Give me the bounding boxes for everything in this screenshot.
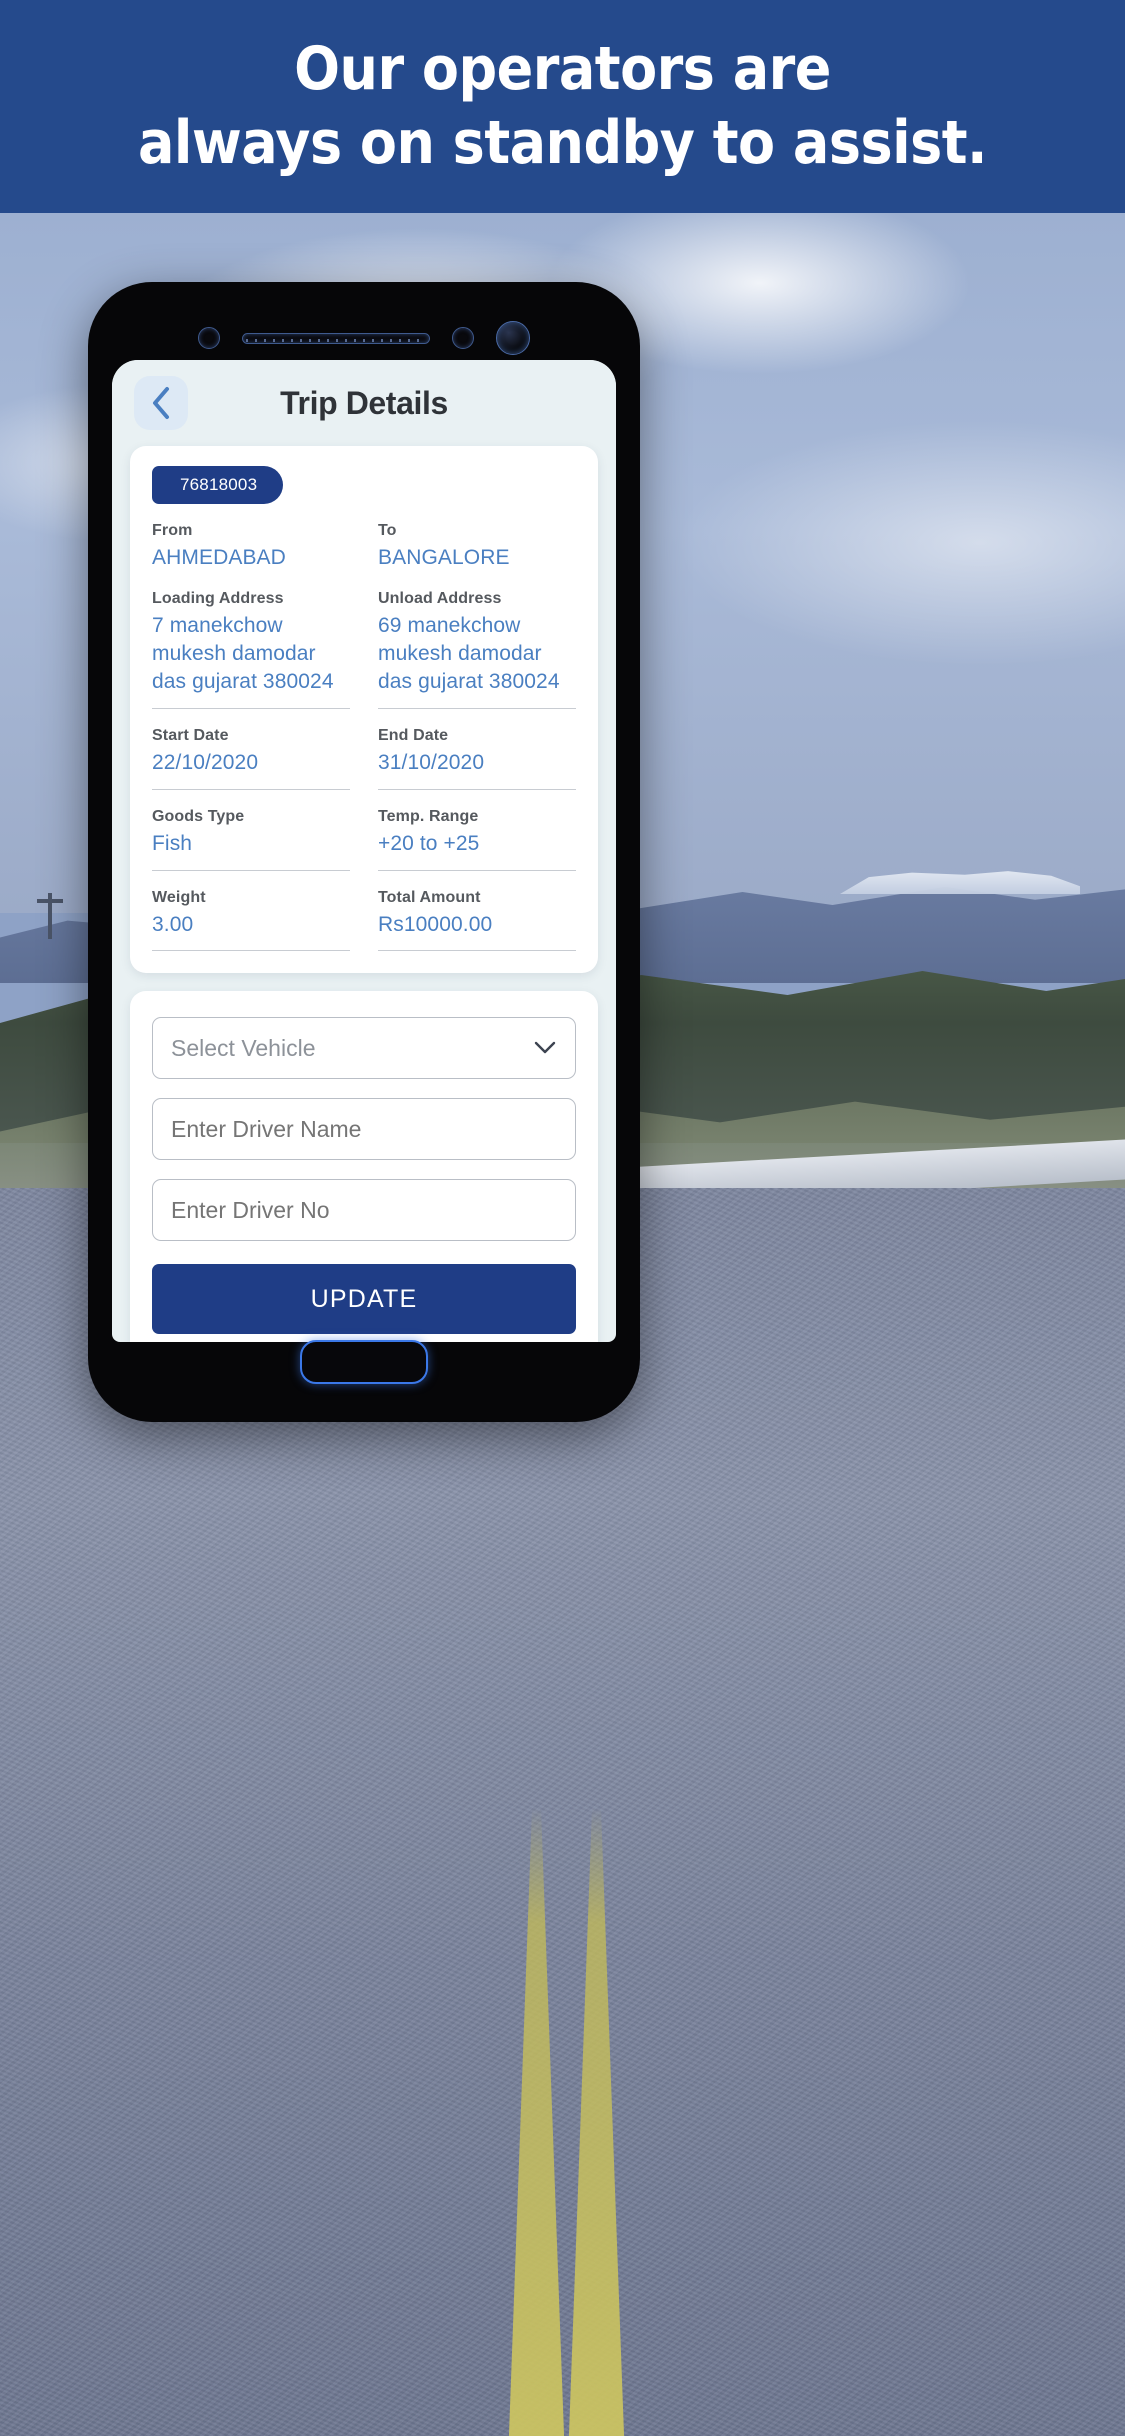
driver-name-input[interactable]: [152, 1098, 576, 1161]
field-label: Goods Type: [152, 807, 245, 825]
field-value: AHMEDABAD: [152, 546, 286, 569]
field-value: Fish: [152, 831, 193, 855]
field-total-amount: Total Amount Rs10000.00: [378, 871, 576, 952]
vehicle-select[interactable]: Select Vehicle: [152, 1017, 576, 1080]
field-value: 31/10/2020: [378, 750, 485, 774]
phone-screen: Trip Details 76818003 From AHMEDABAD To …: [112, 360, 616, 1342]
promo-line-1: Our operators are: [294, 34, 831, 105]
promo-banner: Our operators are always on standby to a…: [0, 0, 1125, 213]
promo-line-2: always on standby to assist.: [137, 107, 988, 178]
field-end-date: End Date 31/10/2020: [378, 709, 576, 790]
earpiece-speaker-icon: [242, 332, 430, 344]
field-goods-type: Goods Type Fish: [152, 790, 350, 871]
field-label: Unload Address: [378, 589, 502, 607]
phone-device-frame: Trip Details 76818003 From AHMEDABAD To …: [88, 282, 640, 1422]
front-camera-icon: [496, 321, 530, 355]
field-label: Temp. Range: [378, 807, 479, 825]
back-button[interactable]: [134, 376, 188, 430]
trip-id-badge: 76818003: [152, 466, 284, 504]
trip-details-card: 76818003 From AHMEDABAD To BANGALORE Loa…: [130, 446, 598, 974]
field-label: Weight: [152, 888, 206, 906]
light-sensor-icon: [452, 327, 474, 349]
field-value: Rs10000.00: [378, 912, 493, 936]
field-label: Start Date: [152, 726, 229, 744]
field-loading-address: Loading Address 7 manekchow mukesh damod…: [152, 572, 350, 709]
field-to: To BANGALORE: [378, 504, 576, 572]
field-label: To: [378, 522, 397, 539]
field-label: Total Amount: [378, 888, 481, 906]
background-utility-pole: [37, 893, 63, 939]
field-weight: Weight 3.00: [152, 871, 350, 952]
field-unload-address: Unload Address 69 manekchow mukesh damod…: [378, 572, 576, 709]
chevron-left-icon: [150, 386, 172, 420]
field-start-date: Start Date 22/10/2020: [152, 709, 350, 790]
driver-number-input[interactable]: [152, 1179, 576, 1242]
proximity-sensor-icon: [198, 327, 220, 349]
field-value: 7 manekchow mukesh damodar das gujarat 3…: [152, 613, 334, 693]
field-label: End Date: [378, 726, 449, 744]
field-value: 3.00: [152, 912, 194, 936]
app-header: Trip Details: [112, 360, 616, 446]
field-temp-range: Temp. Range +20 to +25: [378, 790, 576, 871]
phone-sensor-row: [88, 318, 640, 358]
vehicle-select-wrapper: Select Vehicle: [152, 1017, 576, 1098]
field-value: BANGALORE: [378, 546, 510, 569]
field-label: Loading Address: [152, 589, 284, 607]
field-value: 69 manekchow mukesh damodar das gujarat …: [378, 613, 560, 693]
field-value: +20 to +25: [378, 831, 480, 855]
field-label: From: [152, 522, 193, 539]
home-indicator[interactable]: [300, 1340, 428, 1384]
trip-fields-grid: From AHMEDABAD To BANGALORE Loading Addr…: [130, 504, 598, 952]
field-value: 22/10/2020: [152, 750, 259, 774]
field-from: From AHMEDABAD: [152, 504, 350, 572]
app-scroll-area[interactable]: 76818003 From AHMEDABAD To BANGALORE Loa…: [112, 446, 616, 1342]
update-button[interactable]: UPDATE: [152, 1264, 576, 1335]
driver-assignment-form: Select Vehicle UPDATE: [130, 991, 598, 1342]
